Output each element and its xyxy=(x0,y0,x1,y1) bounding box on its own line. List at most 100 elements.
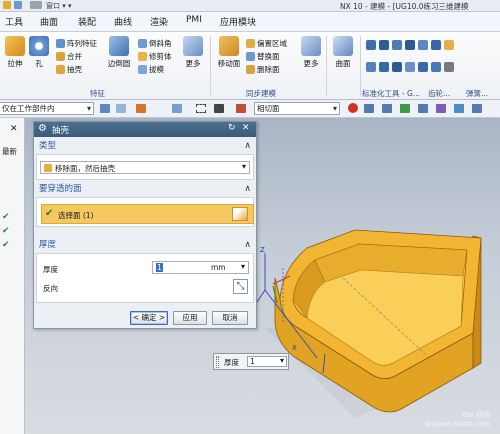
face-icon[interactable] xyxy=(236,104,246,113)
tool-icon[interactable] xyxy=(418,61,428,72)
collapse-icon[interactable]: ∧ xyxy=(244,183,251,196)
chamfer-button[interactable]: 倒斜角 xyxy=(138,38,172,49)
tab-surface[interactable]: 曲面 xyxy=(40,15,58,28)
standard-tools-group-label: 标准化工具 - G... xyxy=(362,89,420,98)
select-face-label: 选择面 (1) xyxy=(58,211,94,220)
point-icon[interactable] xyxy=(382,104,392,113)
snap-icon[interactable] xyxy=(116,104,126,113)
tab-curve[interactable]: 曲线 xyxy=(114,15,132,28)
close-icon[interactable]: ✕ xyxy=(10,124,18,134)
edge-blend-button[interactable]: 边倒圆 xyxy=(104,36,134,69)
hole-button[interactable]: 孔 xyxy=(24,36,54,69)
chamfer-label: 倒斜角 xyxy=(149,39,172,48)
point-icon[interactable] xyxy=(400,104,410,113)
tool-icon[interactable] xyxy=(392,40,402,50)
box-select-icon[interactable] xyxy=(172,104,182,113)
select-icon[interactable] xyxy=(136,104,146,113)
selection-filter-bar: 仅在工作部件内 相切面 xyxy=(0,100,500,118)
select-face-row[interactable]: ✔ 选择面 (1) xyxy=(41,204,254,224)
type-dropdown[interactable]: 移除面，然后抽壳 ▾ xyxy=(40,161,250,174)
apply-button[interactable]: 应用 xyxy=(173,311,207,325)
replace-face-button[interactable]: 替换面 xyxy=(246,51,280,62)
tab-assembly[interactable]: 装配 xyxy=(78,15,96,28)
tool-icon[interactable] xyxy=(405,61,415,72)
tool-icon[interactable] xyxy=(366,40,376,50)
filter-icon[interactable] xyxy=(100,104,110,113)
feature-more-button[interactable]: 更多 xyxy=(178,36,208,69)
tab-applications[interactable]: 应用模块 xyxy=(220,15,256,28)
unite-button[interactable]: 合并 xyxy=(56,51,82,62)
unite-icon xyxy=(56,52,65,61)
close-icon[interactable]: ✕ xyxy=(242,123,250,133)
tool-icon[interactable] xyxy=(379,40,389,50)
tab-render[interactable]: 渲染 xyxy=(150,15,168,28)
point-icon[interactable] xyxy=(436,104,446,113)
ribbon: 拉伸 孔 阵列特征 合并 抽壳 边倒圆 倒斜角 修剪体 拔模 更多 特征 移动面… xyxy=(0,32,500,100)
offset-region-button[interactable]: 偏置区域 xyxy=(246,38,287,49)
shell-button[interactable]: 抽壳 xyxy=(56,64,82,75)
point-icon[interactable] xyxy=(472,104,482,113)
title-bar: 窗口 ▾ ▾ NX 10 - 建模 - [UG10.0练习三维建模 xyxy=(0,0,500,12)
check-icon[interactable]: ✔ xyxy=(2,212,10,222)
pierce-section: ✔ 选择面 (1) xyxy=(36,197,254,227)
thickness-input[interactable]: 1 mm ▾ xyxy=(152,261,249,274)
ok-button[interactable]: < 确定 > xyxy=(130,311,168,325)
edge-icon[interactable] xyxy=(214,104,224,113)
gear-icon[interactable]: ⚙ xyxy=(38,123,47,134)
tool-icon[interactable] xyxy=(418,40,428,50)
face-rule-dropdown[interactable]: 相切面 xyxy=(254,102,340,115)
lasso-icon[interactable] xyxy=(196,104,206,113)
window-menu[interactable]: 窗口 ▾ ▾ xyxy=(46,1,71,11)
point-icon[interactable] xyxy=(418,104,428,113)
pierce-section-header[interactable]: 要穿透的面 ∧ xyxy=(36,183,254,196)
point-icon[interactable] xyxy=(364,104,374,113)
tool-icon[interactable] xyxy=(366,61,376,72)
float-thickness-input[interactable]: 1 xyxy=(247,356,287,367)
delete-face-button[interactable]: 删除面 xyxy=(246,64,280,75)
surface-button[interactable]: 曲面 xyxy=(328,36,358,69)
group-divider xyxy=(326,36,327,96)
collapse-icon[interactable]: ∧ xyxy=(244,140,251,153)
tool-icon[interactable] xyxy=(444,40,454,50)
move-face-button[interactable]: 移动面 xyxy=(214,36,244,69)
drag-handle[interactable] xyxy=(216,356,219,368)
stop-icon[interactable] xyxy=(348,103,358,113)
face-select-icon[interactable] xyxy=(232,207,248,221)
reverse-direction-icon[interactable]: ⤡ xyxy=(233,279,248,294)
tool-icon[interactable] xyxy=(431,40,441,50)
trim-body-button[interactable]: 修剪体 xyxy=(138,51,172,62)
sync-more-label: 更多 xyxy=(303,59,319,68)
tool-icon[interactable] xyxy=(405,40,415,50)
type-section-header[interactable]: 类型 ∧ xyxy=(36,140,254,153)
collapse-icon[interactable]: ∧ xyxy=(244,239,251,252)
standard-tools-grid xyxy=(366,40,458,80)
dialog-title: 抽壳 xyxy=(52,126,70,136)
tab-pmi[interactable]: PMI xyxy=(186,15,202,25)
tool-icon[interactable] xyxy=(431,61,441,72)
tool-icon[interactable] xyxy=(379,61,389,72)
check-icon: ✔ xyxy=(45,208,54,219)
point-icon[interactable] xyxy=(454,104,464,113)
hole-icon xyxy=(29,36,49,56)
reset-icon[interactable]: ↻ xyxy=(228,123,236,133)
tool-icon[interactable] xyxy=(444,61,454,72)
selection-scope-dropdown[interactable]: 仅在工作部件内 xyxy=(0,102,94,115)
cancel-button[interactable]: 取消 xyxy=(212,311,248,325)
check-icon[interactable]: ✔ xyxy=(2,226,10,236)
surface-label: 曲面 xyxy=(335,59,351,68)
tab-tools[interactable]: 工具 xyxy=(5,15,23,28)
pattern-feature-button[interactable]: 阵列特征 xyxy=(56,38,97,49)
check-icon[interactable]: ✔ xyxy=(2,240,10,250)
draft-button[interactable]: 拔模 xyxy=(138,64,164,75)
extrude-icon xyxy=(5,36,25,56)
save-icon[interactable] xyxy=(3,1,11,9)
float-thickness-label: 厚度 xyxy=(224,358,239,367)
group-divider xyxy=(360,36,361,96)
sync-more-button[interactable]: 更多 xyxy=(296,36,326,69)
window-icon[interactable] xyxy=(30,1,42,9)
tool-icon[interactable] xyxy=(392,61,402,72)
thickness-value: 1 xyxy=(156,263,163,272)
feature-group-label: 特征 xyxy=(90,89,105,98)
undo-icon[interactable] xyxy=(14,1,22,9)
thickness-section-header[interactable]: 厚度 ∧ xyxy=(36,239,254,252)
